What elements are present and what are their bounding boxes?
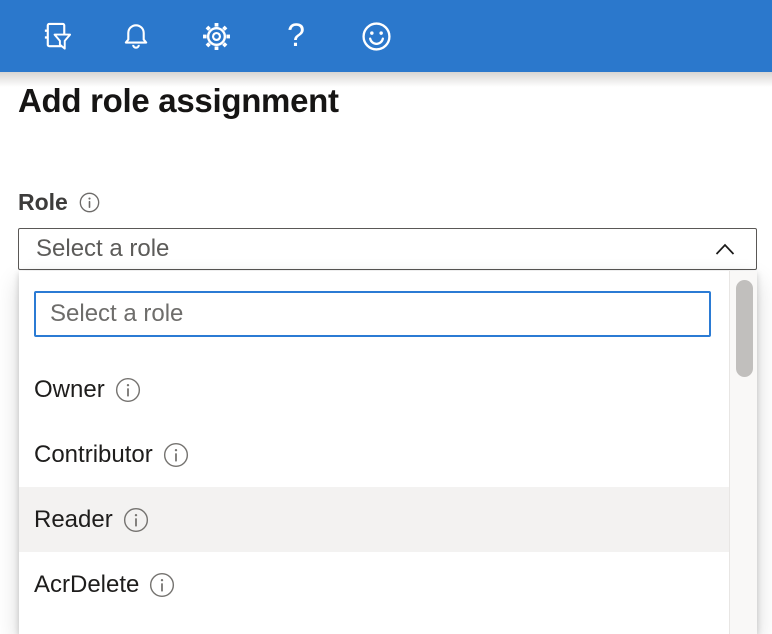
top-bar: ?	[0, 0, 772, 72]
option-label: Contributor	[34, 441, 153, 469]
info-icon[interactable]	[123, 507, 149, 533]
option-label: Owner	[34, 376, 105, 404]
notifications-bell-icon	[122, 22, 150, 50]
option-label: Reader	[34, 506, 113, 534]
role-options-list: Owner Contributor Reader	[19, 357, 729, 617]
option-acrdelete[interactable]: AcrDelete	[19, 552, 729, 617]
info-icon[interactable]	[163, 442, 189, 468]
directory-filter-button[interactable]	[16, 0, 96, 72]
dropdown-scrollbar[interactable]	[729, 271, 757, 634]
role-select[interactable]: Select a role	[18, 228, 757, 270]
feedback-button[interactable]	[336, 0, 416, 72]
scrollbar-thumb[interactable]	[736, 280, 753, 377]
help-button[interactable]: ?	[256, 0, 336, 72]
help-icon: ?	[287, 19, 305, 51]
option-label: AcrDelete	[34, 571, 139, 599]
directory-filter-icon	[41, 21, 72, 52]
info-icon[interactable]	[115, 377, 141, 403]
role-dropdown-panel: Owner Contributor Reader	[19, 271, 757, 634]
settings-button[interactable]	[176, 0, 256, 72]
role-search-input[interactable]	[34, 291, 711, 337]
option-reader[interactable]: Reader	[19, 487, 729, 552]
option-contributor[interactable]: Contributor	[19, 422, 729, 487]
role-field-label: Role	[18, 189, 100, 216]
feedback-smiley-icon	[361, 21, 392, 52]
settings-gear-icon	[201, 21, 232, 52]
notifications-button[interactable]	[96, 0, 176, 72]
info-icon[interactable]	[149, 572, 175, 598]
chevron-up-icon	[714, 235, 736, 263]
role-info-icon[interactable]	[79, 192, 100, 213]
role-label: Role	[18, 189, 68, 216]
role-select-value: Select a role	[36, 235, 169, 263]
page-title: Add role assignment	[18, 82, 339, 120]
option-owner[interactable]: Owner	[19, 357, 729, 422]
